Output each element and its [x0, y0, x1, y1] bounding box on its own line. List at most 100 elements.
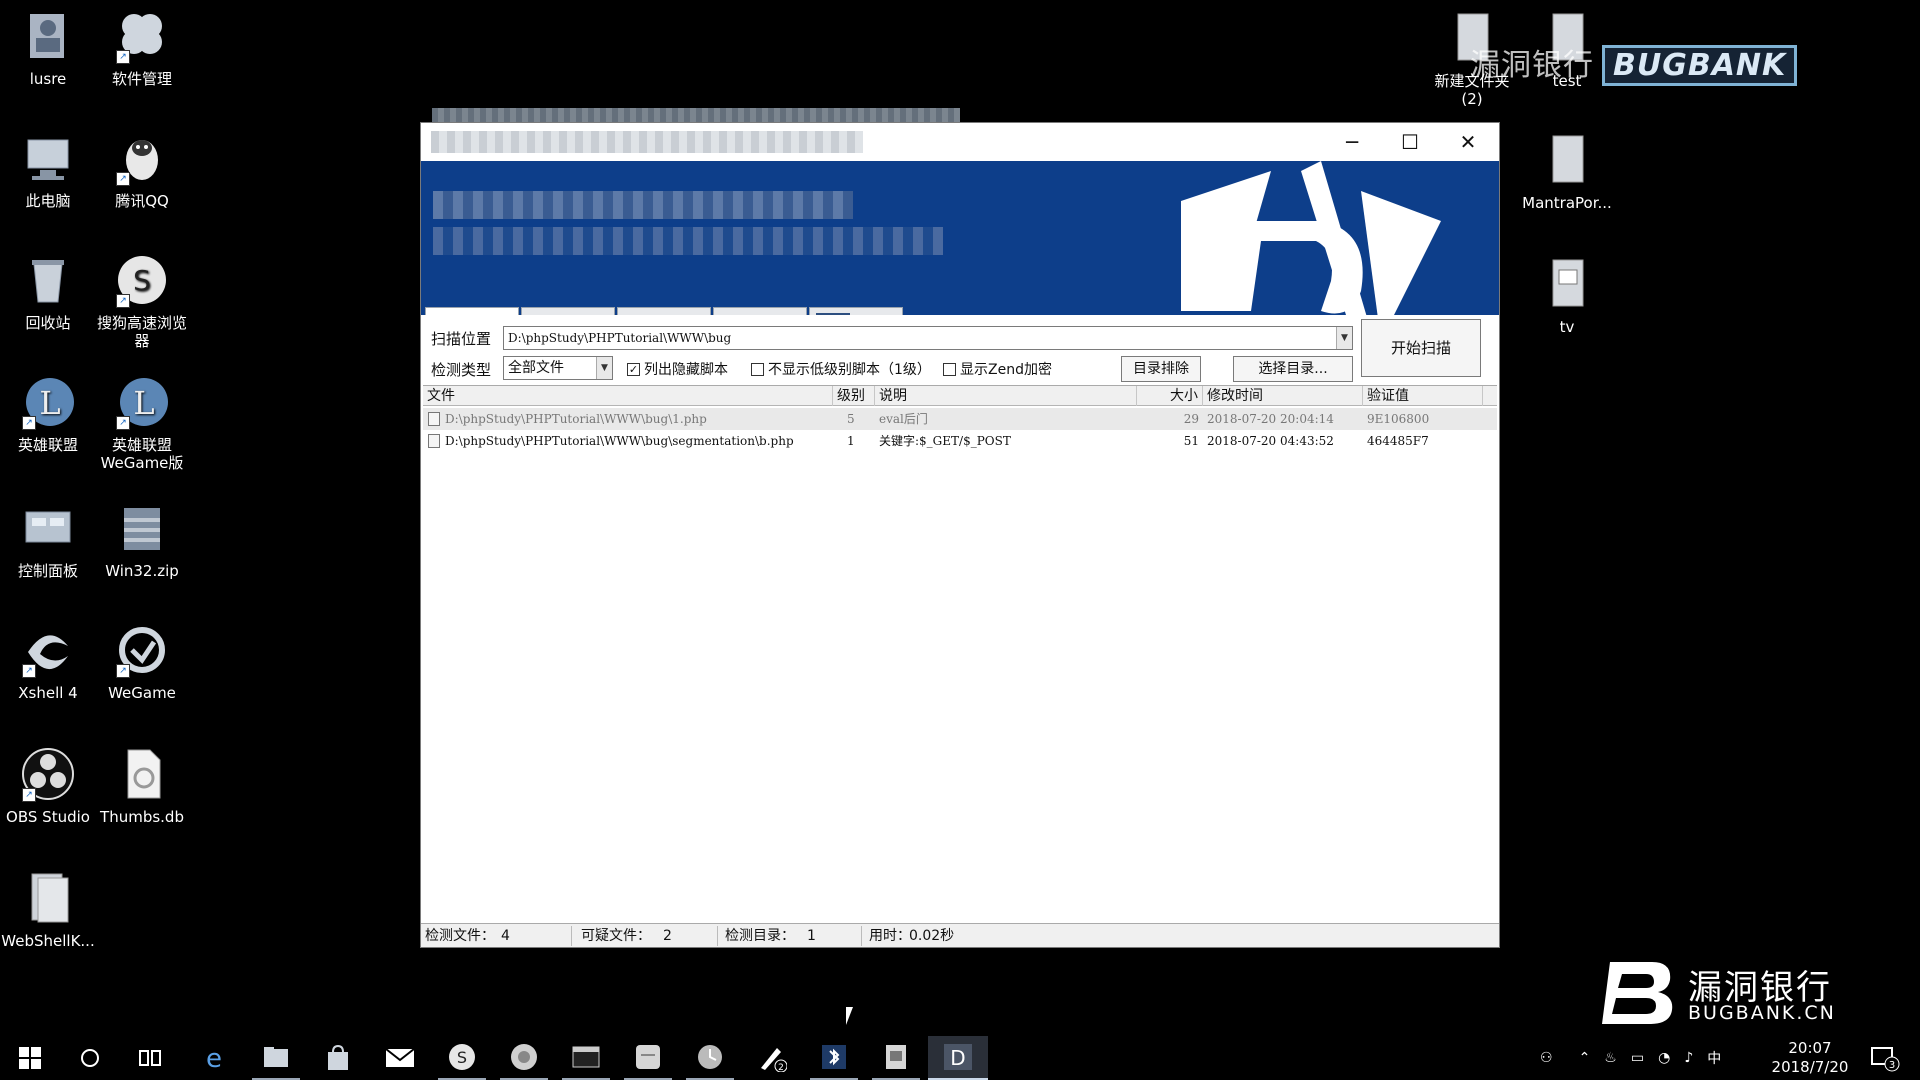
status-suspicious-label: 可疑文件：	[581, 928, 651, 944]
cell-mtime: 2018-07-20 20:04:14	[1207, 412, 1334, 426]
watermark-top: 漏洞银行 BUGBANK	[1470, 40, 1798, 86]
chevron-up-icon[interactable]: ⌃	[1579, 1050, 1591, 1066]
scan-location-input[interactable]: D:\phpStudy\PHPTutorial\WWW\bug ▼	[503, 326, 1353, 350]
col-file[interactable]: 文件	[423, 386, 833, 406]
notes-icon[interactable]	[624, 1036, 672, 1080]
search-circle-icon[interactable]	[66, 1036, 114, 1080]
desktop-icon-obs[interactable]: ↗ OBS Studio	[0, 746, 96, 826]
desktop-icon-lusre[interactable]: lusre	[0, 8, 96, 88]
file-gear-icon	[114, 746, 170, 802]
file-icon	[428, 412, 440, 426]
chevron-down-icon[interactable]: ▼	[1336, 327, 1352, 349]
cell-mtime: 2018-07-20 04:43:52	[1207, 434, 1334, 448]
desktop-icon-wegame[interactable]: ↗ WeGame	[94, 622, 190, 702]
desktop-icon-lol[interactable]: L ↗ 英雄联盟	[0, 374, 96, 454]
exclude-dirs-button[interactable]: 目录排除	[1121, 356, 1201, 382]
windows-start-icon[interactable]	[6, 1036, 54, 1080]
scan-type-select[interactable]: 全部文件 ▼	[503, 356, 613, 380]
checkbox-empty-icon[interactable]	[943, 362, 956, 376]
terminal-icon[interactable]	[562, 1036, 610, 1080]
status-separator	[571, 926, 572, 946]
col-desc[interactable]: 说明	[875, 386, 1137, 406]
task-view-icon[interactable]	[126, 1036, 174, 1080]
status-separator	[861, 926, 862, 946]
ime-indicator[interactable]: 中	[1707, 1048, 1721, 1068]
recycle-bin-icon	[20, 252, 76, 308]
control-panel-icon	[20, 500, 76, 556]
start-scan-button[interactable]: 开始扫描	[1361, 319, 1481, 377]
desktop-icon-label: Xshell 4	[18, 684, 78, 702]
maximize-button[interactable]: ☐	[1381, 123, 1439, 161]
folder-icon	[1539, 132, 1595, 188]
desktop-icon-label: 英雄联盟	[17, 436, 78, 454]
cell-desc: eval后门	[879, 412, 928, 426]
col-hash[interactable]: 验证值	[1363, 386, 1483, 406]
svg-text:L: L	[39, 384, 60, 422]
desktop-icon-win32-zip[interactable]: Win32.zip	[94, 500, 190, 580]
desktop-icon-mantraportal[interactable]: MantraPor...	[1519, 132, 1615, 212]
chevron-down-icon[interactable]: ▼	[596, 357, 612, 379]
file-explorer-icon[interactable]	[252, 1036, 300, 1080]
clock-app-icon[interactable]	[686, 1036, 734, 1080]
desktop-icon-webshellk[interactable]: WebShellK...	[0, 870, 96, 950]
desktop-icon-sogou-browser[interactable]: S ↗ 搜狗高速浏览器	[94, 252, 190, 350]
desktop-icon-this-pc[interactable]: 此电脑	[0, 130, 96, 210]
desktop-icon-label: lusre	[29, 70, 67, 88]
checkbox-empty-icon[interactable]	[751, 362, 764, 376]
table-row[interactable]: D:\phpStudy\PHPTutorial\WWW\bug\1.php 5 …	[423, 408, 1497, 430]
pen-badge: 2	[778, 1063, 784, 1072]
bluetooth-app-icon[interactable]	[810, 1036, 858, 1080]
close-button[interactable]: ✕	[1439, 123, 1497, 161]
notification-center-icon[interactable]: 3	[1870, 1036, 1900, 1080]
mic-icon[interactable]: ♨	[1604, 1050, 1617, 1066]
scanner-window: ─ ☐ ✕ 查杀 隔离 工具	[420, 122, 1500, 948]
col-mtime[interactable]: 修改时间	[1203, 386, 1363, 406]
desktop-icon-tv[interactable]: tv	[1519, 256, 1615, 336]
document-app-icon[interactable]	[872, 1036, 920, 1080]
col-level[interactable]: 级别	[833, 386, 875, 406]
store-icon[interactable]	[314, 1036, 362, 1080]
col-size[interactable]: 大小	[1137, 386, 1203, 406]
cell-desc: 关键字:$_GET/$_POST	[879, 434, 1011, 448]
battery-icon[interactable]: ▭	[1631, 1050, 1644, 1066]
desktop-icon-software-manager[interactable]: ↗ 软件管理	[94, 8, 190, 88]
desktop-icon-label: MantraPor...	[1522, 194, 1612, 212]
people-icon[interactable]: ⚇	[1540, 1050, 1553, 1066]
volume-icon[interactable]: ♪	[1684, 1050, 1693, 1066]
mail-icon[interactable]	[376, 1036, 424, 1080]
hidden-scripts-checkbox[interactable]: ✓ 列出隐藏脚本	[627, 360, 728, 378]
hide-low-level-checkbox[interactable]: 不显示低级别脚本（1级）	[751, 360, 931, 378]
system-tray: ⚇ ⌃ ♨ ▭ ◔ ♪ 中	[1540, 1036, 1721, 1080]
desktop-icon-thumbs-db[interactable]: Thumbs.db	[94, 746, 190, 826]
cell-level: 5	[847, 412, 855, 426]
d-shield-app-icon[interactable]: D	[928, 1036, 988, 1080]
checkbox-checked-icon[interactable]: ✓	[627, 362, 640, 376]
desktop-icon-control-panel[interactable]: 控制面板	[0, 500, 96, 580]
desktop-icon-label: 英雄联盟WeGame版	[100, 436, 184, 472]
desktop-icon-xshell[interactable]: ↗ Xshell 4	[0, 622, 96, 702]
minimize-button[interactable]: ─	[1323, 123, 1381, 161]
pen-icon[interactable]: 2	[748, 1036, 796, 1080]
clock-time: 20:07	[1788, 1039, 1832, 1057]
sogou-icon[interactable]: S	[438, 1036, 486, 1080]
choose-dir-button[interactable]: 选择目录...	[1233, 356, 1353, 382]
clock[interactable]: 20:07 2018/7/20	[1760, 1039, 1860, 1077]
taskbar: e S 2 D ⚇ ⌃ ♨ ▭ ◔ ♪ 中 20:07 2018/7/20 3	[0, 1036, 1920, 1080]
show-zend-checkbox[interactable]: 显示Zend加密	[943, 360, 1052, 378]
title-bar[interactable]: ─ ☐ ✕	[421, 123, 1499, 161]
desktop-icon-lol-wegame[interactable]: L ↗ 英雄联盟WeGame版	[94, 374, 190, 472]
scan-location-label: 扫描位置	[431, 330, 492, 348]
edge-icon[interactable]: e	[190, 1036, 238, 1080]
table-row[interactable]: D:\phpStudy\PHPTutorial\WWW\bug\segmenta…	[423, 430, 1497, 452]
desktop-icon-label: 搜狗高速浏览器	[96, 314, 187, 350]
lol-icon: L ↗	[20, 374, 76, 430]
watermark-bottom: 漏洞银行 BUGBANK.CN	[1600, 958, 1840, 1028]
bugbank-logo-icon	[1602, 962, 1673, 1024]
cell-level: 1	[847, 434, 855, 448]
checkbox-label: 显示Zend加密	[960, 362, 1052, 378]
blurred-banner-text	[433, 191, 853, 219]
desktop-icon-qq[interactable]: ↗ 腾讯QQ	[94, 130, 190, 210]
wifi-icon[interactable]: ◔	[1658, 1050, 1670, 1066]
desktop-icon-recycle-bin[interactable]: 回收站	[0, 252, 96, 332]
qq-browser-icon[interactable]	[500, 1036, 548, 1080]
